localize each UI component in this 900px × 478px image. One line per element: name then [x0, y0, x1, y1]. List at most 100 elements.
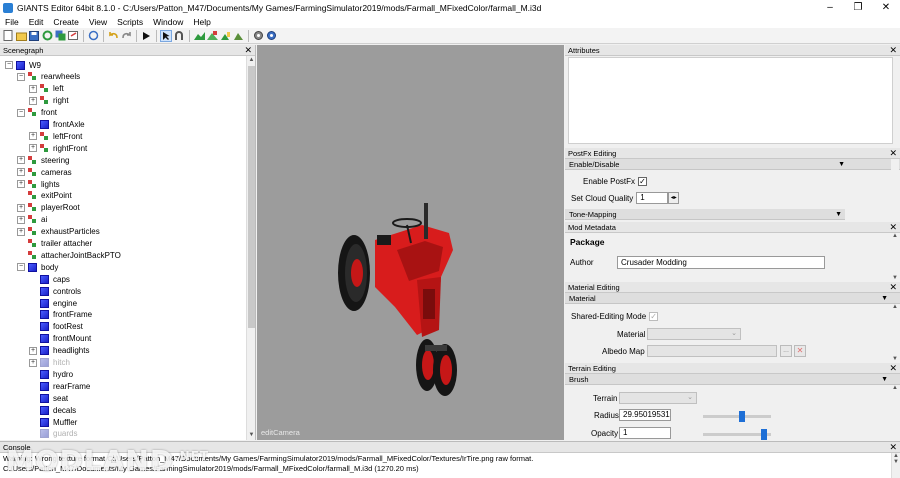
expand-plus-icon[interactable]: +	[29, 358, 37, 367]
maximize-button[interactable]: ❐	[844, 0, 872, 15]
tree-node[interactable]: exitPoint	[17, 190, 72, 202]
tree-node[interactable]: frontAxle	[29, 119, 85, 131]
tree-node[interactable]: − rearwheels	[17, 71, 80, 83]
collapse-minus-icon[interactable]: −	[17, 72, 25, 81]
opacity-slider-knob[interactable]	[760, 429, 767, 440]
albedo-input[interactable]	[647, 345, 777, 357]
tree-node[interactable]: footRest	[29, 321, 83, 333]
tree-node[interactable]: caps	[29, 273, 70, 285]
tree-node[interactable]: frontFrame	[29, 309, 92, 321]
settings-gear-icon[interactable]	[252, 30, 264, 42]
tree-node[interactable]: frontMount	[29, 333, 91, 345]
tree-node[interactable]: Muffler	[29, 416, 77, 428]
tree-node[interactable]: + cameras	[17, 166, 72, 178]
console-scrollbar[interactable]: ▲ ▼	[891, 453, 900, 478]
radius-slider-knob[interactable]	[738, 411, 745, 422]
albedo-browse-button[interactable]: ...	[780, 345, 792, 357]
scenegraph-scrollbar[interactable]: ▲ ▼	[246, 56, 255, 440]
collapse-minus-icon[interactable]: −	[5, 61, 13, 69]
tree-node[interactable]: + rightFront	[29, 142, 87, 154]
terrain-scrollbar[interactable]: ▲	[891, 385, 899, 440]
tree-node[interactable]: − W9	[5, 59, 41, 71]
undo-icon[interactable]	[107, 30, 119, 42]
material-select[interactable]: ⌄	[647, 328, 741, 340]
select-mode-icon[interactable]	[160, 29, 172, 42]
tree-node[interactable]: + playerRoot	[17, 202, 80, 214]
radius-slider[interactable]	[703, 411, 771, 422]
menu-scripts[interactable]: Scripts	[112, 17, 148, 27]
postfx-close-icon[interactable]: ✕	[889, 148, 897, 159]
tree-node[interactable]: + steering	[17, 154, 69, 166]
mod-metadata-close-icon[interactable]: ✕	[889, 222, 897, 233]
terrain-section-brush[interactable]: Brush ▼	[565, 374, 900, 385]
tree-node[interactable]: trailer attacher	[17, 238, 92, 250]
expand-plus-icon[interactable]: +	[29, 346, 37, 355]
expand-plus-icon[interactable]: +	[29, 144, 37, 153]
scripts-gear-icon[interactable]	[265, 30, 277, 42]
scroll-down-icon[interactable]: ▼	[891, 275, 899, 281]
material-section[interactable]: Material ▼	[565, 293, 900, 304]
new-file-icon[interactable]	[2, 30, 14, 42]
cloud-quality-spinner-icon[interactable]: ◂▸	[668, 192, 680, 204]
mod-metadata-scrollbar[interactable]: ▲ ▼	[891, 233, 899, 281]
scroll-up-icon[interactable]: ▲	[891, 385, 899, 391]
tree-node[interactable]: rearFrame	[29, 380, 90, 392]
scroll-up-icon[interactable]: ▲	[247, 56, 256, 65]
tree-node[interactable]: + right	[29, 95, 69, 107]
postfx-scrollbar[interactable]	[891, 159, 899, 221]
scroll-down-icon[interactable]: ▼	[891, 356, 899, 362]
menu-file[interactable]: File	[0, 17, 24, 27]
scroll-up-icon[interactable]: ▲	[891, 304, 899, 310]
tree-node[interactable]: attacherJointBackPTO	[17, 249, 121, 261]
terrain-sculpt-icon[interactable]	[193, 30, 205, 42]
tree-node[interactable]: + headlights	[29, 345, 89, 357]
cloud-quality-input[interactable]: 1	[636, 192, 669, 204]
material-close-icon[interactable]: ✕	[889, 282, 897, 293]
tree-node[interactable]: − body	[17, 261, 58, 273]
shared-editing-checkbox[interactable]: ✓	[649, 312, 659, 321]
tree-node[interactable]: guards	[29, 428, 77, 440]
tree-node[interactable]: + ai	[17, 214, 47, 226]
scenegraph-tree[interactable]: − W9− rearwheels + left + right − front frontAxle…	[0, 56, 246, 440]
terrain-close-icon[interactable]: ✕	[889, 363, 897, 374]
attributes-close-icon[interactable]: ✕	[889, 45, 897, 56]
enable-postfx-checkbox[interactable]: ✓	[638, 177, 648, 186]
postfx-section-tonemap[interactable]: Tone-Mapping ▼	[565, 209, 845, 220]
tree-node[interactable]: + leftFront	[29, 130, 82, 142]
redo-icon[interactable]	[120, 30, 132, 42]
open-folder-icon[interactable]	[15, 30, 27, 42]
terrain-select[interactable]: ⌄	[619, 392, 697, 404]
scroll-down-icon[interactable]: ▼	[247, 431, 256, 440]
expand-plus-icon[interactable]: +	[17, 168, 25, 177]
author-input[interactable]: Crusader Modding	[617, 256, 825, 269]
tree-node[interactable]: − front	[17, 107, 57, 119]
opacity-input[interactable]: 1	[619, 427, 671, 439]
tree-node[interactable]: controls	[29, 285, 81, 297]
menu-help[interactable]: Help	[188, 17, 215, 27]
menu-window[interactable]: Window	[148, 17, 188, 27]
object-paint-icon[interactable]	[232, 30, 244, 42]
magnet-icon[interactable]	[173, 30, 185, 42]
collapse-triangle-icon[interactable]: ▼	[881, 293, 888, 304]
scenegraph-close-icon[interactable]: ✕	[244, 45, 252, 56]
expand-plus-icon[interactable]: +	[17, 203, 25, 212]
export-icon[interactable]	[67, 30, 79, 42]
tree-node[interactable]: decals	[29, 404, 76, 416]
tree-node[interactable]: + lights	[17, 178, 60, 190]
play-icon[interactable]	[140, 30, 152, 42]
menu-edit[interactable]: Edit	[24, 17, 49, 27]
expand-plus-icon[interactable]: +	[29, 96, 37, 105]
postfx-section-enable[interactable]: Enable/Disable ▼	[565, 159, 900, 170]
viewport-3d[interactable]: editCamera	[257, 45, 564, 440]
expand-plus-icon[interactable]: +	[17, 227, 25, 236]
collapse-minus-icon[interactable]: −	[17, 263, 25, 272]
menu-create[interactable]: Create	[48, 17, 84, 27]
expand-plus-icon[interactable]: +	[29, 84, 37, 93]
save-all-icon[interactable]	[54, 30, 66, 42]
collapse-triangle-icon[interactable]: ▼	[835, 209, 842, 220]
minimize-button[interactable]: –	[816, 0, 844, 15]
reload-icon[interactable]	[41, 30, 53, 42]
material-scrollbar[interactable]: ▲ ▼	[891, 304, 899, 362]
console-close-icon[interactable]: ✕	[889, 442, 897, 453]
refresh-icon[interactable]	[87, 30, 99, 42]
